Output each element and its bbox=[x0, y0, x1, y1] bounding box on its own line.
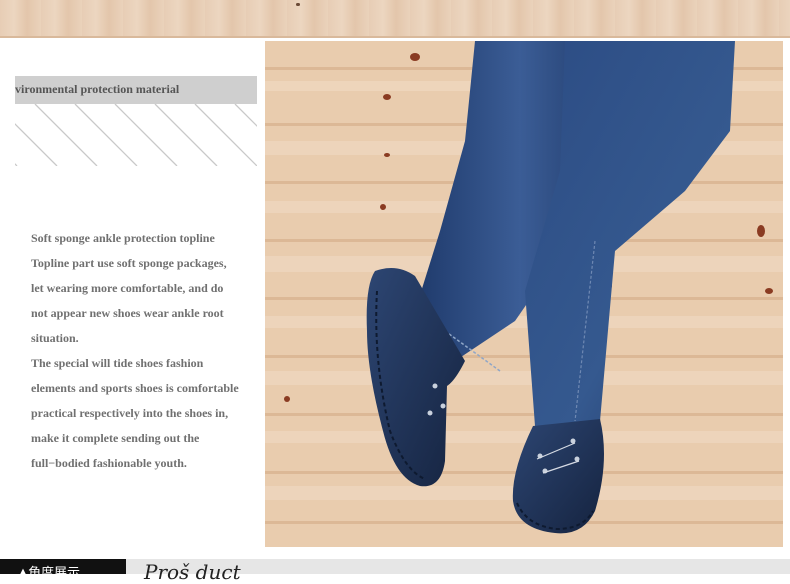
wood-knot bbox=[296, 3, 300, 6]
description-line: elements and sports shoes is comfortable bbox=[31, 381, 239, 395]
angle-display-label: ▲角度展示 bbox=[18, 566, 80, 581]
product-description: Soft sponge ankle protection topline Top… bbox=[31, 226, 256, 476]
description-line: The special will tide shoes fashion bbox=[31, 356, 204, 370]
section-title: vironmental protection material bbox=[15, 82, 180, 96]
description-line: full−bodied fashionable youth. bbox=[31, 456, 187, 470]
description-line: let wearing more comfortable, and do bbox=[31, 281, 224, 295]
diagonal-stripes-decoration bbox=[15, 104, 257, 166]
description-line: make it complete sending out the bbox=[31, 431, 200, 445]
description-line: practical respectively into the shoes in… bbox=[31, 406, 229, 420]
description-line: Soft sponge ankle protection topline bbox=[31, 231, 215, 245]
description-line: Topline part use soft sponge packages, bbox=[31, 256, 227, 270]
top-wood-banner bbox=[0, 0, 790, 38]
section-header: vironmental protection material bbox=[15, 76, 257, 104]
angle-display-tab: ▲角度展示 bbox=[0, 559, 126, 581]
product-photo bbox=[265, 41, 783, 547]
description-line: not appear new shoes wear ankle root bbox=[31, 306, 224, 320]
script-heading: Proš duct bbox=[144, 560, 241, 584]
description-line: situation. bbox=[31, 331, 79, 345]
